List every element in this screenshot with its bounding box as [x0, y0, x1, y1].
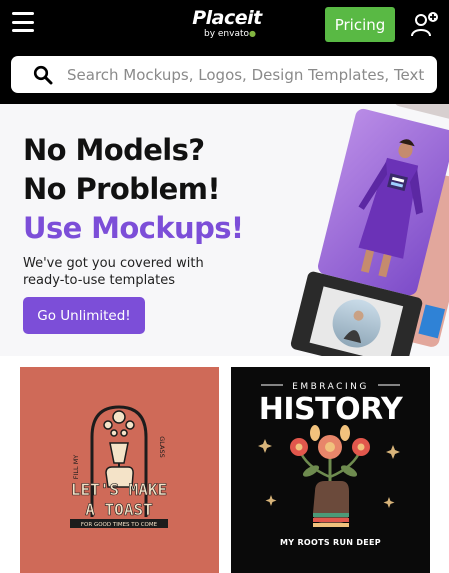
envato-leaf-icon: ● [249, 29, 256, 38]
logo-byline: by envato● [203, 29, 256, 39]
pricing-button[interactable]: Pricing [325, 7, 395, 42]
hamburger-menu-icon[interactable] [12, 12, 34, 32]
product-card-embracing-history[interactable]: EMBRACING HISTORY MY ROOTS RUN DEEP [231, 367, 430, 573]
section-divider [0, 356, 449, 366]
hero-heading-line-1: No Models? [23, 133, 205, 167]
history-design-artwork: EMBRACING HISTORY MY ROOTS RUN DEEP [258, 382, 405, 547]
user-add-icon[interactable] [410, 10, 440, 38]
toast-tagline: FOR GOOD TIMES TO COME [81, 522, 158, 528]
search-input[interactable] [67, 56, 433, 93]
hero-banner: No Models? No Problem! Use Mockups! We'v… [0, 104, 449, 356]
logo-wordmark: Placeit [192, 7, 262, 29]
go-unlimited-button[interactable]: Go Unlimited! [23, 297, 145, 334]
toast-side-text-right: GLASS [158, 436, 166, 458]
search-bar[interactable] [11, 56, 437, 93]
placeit-logo[interactable]: Placeit by envato● [192, 8, 262, 40]
toast-design-artwork: FILL MY GLASS LET'S MAKE A TOAST FOR GOO… [70, 405, 168, 528]
toast-side-text-left: FILL MY [72, 455, 80, 480]
hero-mockup-collage [280, 104, 449, 356]
toast-heading-line-1: LET'S MAKE [71, 480, 167, 499]
hero-subtitle: We've got you covered with ready-to-use … [23, 256, 204, 288]
hero-heading-line-2: No Problem! [23, 172, 221, 206]
toast-heading-line-2: A TOAST [85, 500, 152, 519]
top-header: Placeit by envato● Pricing [0, 0, 449, 104]
history-main-text: HISTORY [259, 392, 404, 427]
search-icon[interactable] [33, 65, 53, 85]
hero-heading-line-3: Use Mockups! [23, 211, 244, 245]
history-top-text: EMBRACING [292, 382, 369, 392]
product-card-lets-make-a-toast[interactable]: FILL MY GLASS LET'S MAKE A TOAST FOR GOO… [20, 367, 219, 573]
history-bottom-text: MY ROOTS RUN DEEP [280, 538, 381, 547]
